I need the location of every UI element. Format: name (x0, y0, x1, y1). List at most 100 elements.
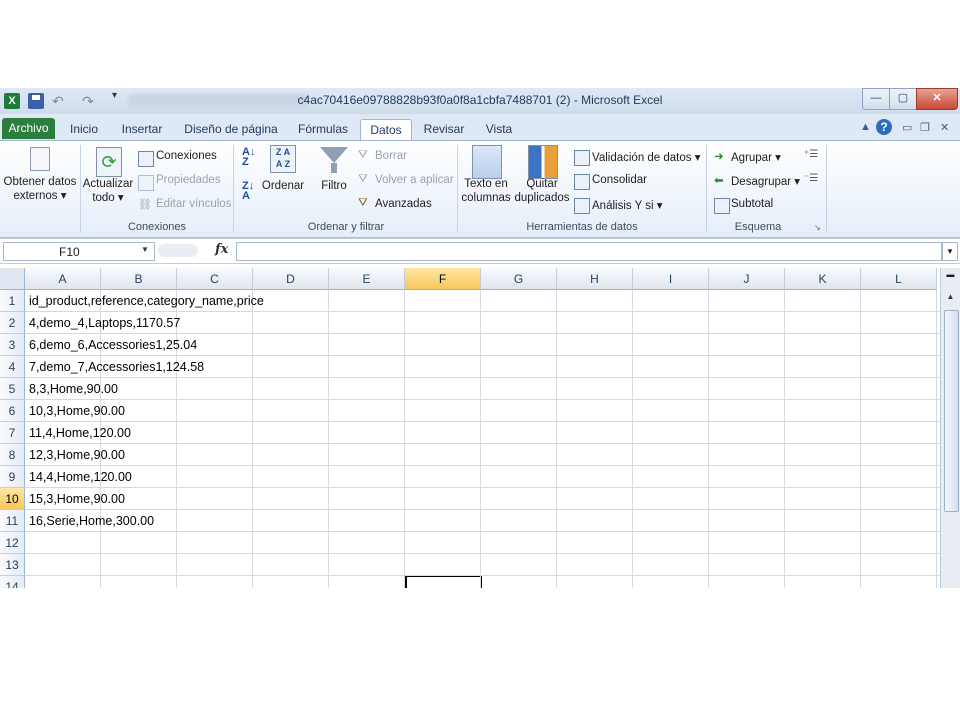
column-header-d[interactable]: D (253, 268, 329, 290)
formula-bar-resizer[interactable] (158, 244, 198, 257)
minimize-ribbon-icon[interactable]: ▲ (860, 121, 871, 133)
row-header-12[interactable]: 12 (0, 532, 25, 554)
cell-a7[interactable]: 11,4,Home,120.00 (29, 422, 131, 444)
edit-links-button[interactable]: Editar vínculos (156, 198, 231, 210)
group-separator (80, 145, 81, 233)
minimize-button[interactable]: — (862, 88, 890, 110)
cell-a8[interactable]: 12,3,Home,90.00 (29, 444, 125, 466)
text-to-columns-button[interactable]: Texto en columnas (460, 177, 512, 205)
scroll-thumb[interactable] (944, 310, 959, 512)
data-validation-icon (574, 150, 590, 166)
chevron-down-icon[interactable]: ▼ (141, 245, 149, 254)
connections-button[interactable]: Conexiones (156, 150, 217, 162)
hide-detail-icon[interactable]: ⁻☰ (804, 173, 818, 184)
scroll-up-icon[interactable]: ▲ (944, 292, 957, 306)
worksheet-grid[interactable]: A B C D E F G H I J K L 1 2 3 4 5 6 7 8 9 10 11 12 13 14 id_produc… (0, 268, 940, 588)
maximize-button[interactable]: ▢ (889, 88, 917, 110)
subtotal-button[interactable]: Subtotal (731, 198, 773, 210)
sort-button[interactable]: Ordenar (260, 179, 306, 193)
group-separator (233, 145, 234, 233)
row-header-9[interactable]: 9 (0, 466, 25, 488)
row-header-11[interactable]: 11 (0, 510, 25, 532)
row-header-2[interactable]: 2 (0, 312, 25, 334)
row-header-8[interactable]: 8 (0, 444, 25, 466)
show-detail-icon[interactable]: ⁺☰ (804, 149, 818, 160)
cell-a5[interactable]: 8,3,Home,90.00 (29, 378, 118, 400)
sort-za-icon[interactable]: Z↓ A (242, 181, 254, 202)
tab-inicio[interactable]: Inicio (62, 119, 106, 140)
column-header-g[interactable]: G (481, 268, 557, 290)
name-box[interactable]: F10 ▼ (3, 242, 155, 261)
select-all-corner[interactable] (0, 268, 25, 290)
doc-minimize-icon[interactable]: ▭ (902, 121, 912, 134)
tab-insertar[interactable]: Insertar (114, 119, 170, 140)
remove-duplicates-button[interactable]: Quitar duplicados (512, 177, 572, 205)
title-bar: X ↶ ↷ ▾ c4ac70416e09788828b93f0a0f8a1cbf… (0, 88, 960, 114)
cell-a11[interactable]: 16,Serie,Home,300.00 (29, 510, 154, 532)
row-header-1[interactable]: 1 (0, 290, 25, 312)
connections-icon (138, 151, 154, 167)
tab-revisar[interactable]: Revisar (418, 119, 470, 140)
row-header-6[interactable]: 6 (0, 400, 25, 422)
row-header-10[interactable]: 10 (0, 488, 25, 510)
ungroup-button[interactable]: Desagrupar ▾ (731, 174, 800, 188)
properties-button[interactable]: Propiedades (156, 174, 221, 186)
column-header-l[interactable]: L (861, 268, 937, 290)
column-header-a[interactable]: A (25, 268, 101, 290)
group-button[interactable]: Agrupar ▾ (731, 150, 781, 164)
row-header-3[interactable]: 3 (0, 334, 25, 356)
vertical-scrollbar[interactable]: ▬ ▲ (940, 268, 960, 588)
doc-close-icon[interactable]: ✕ (940, 121, 949, 134)
filter-button[interactable]: Filtro (314, 179, 354, 193)
consolidate-icon (574, 174, 590, 190)
column-header-e[interactable]: E (329, 268, 405, 290)
expand-formula-bar-icon[interactable]: ▼ (942, 242, 958, 261)
gridline-horizontal (25, 399, 940, 400)
cell-a6[interactable]: 10,3,Home,90.00 (29, 400, 125, 422)
column-header-h[interactable]: H (557, 268, 633, 290)
clear-button[interactable]: Borrar (375, 150, 407, 162)
column-header-i[interactable]: I (633, 268, 709, 290)
advanced-button[interactable]: Avanzadas (375, 198, 432, 210)
row-header-5[interactable]: 5 (0, 378, 25, 400)
formula-input[interactable] (236, 242, 942, 261)
get-external-data-button[interactable]: Obtener datos externos ▾ (2, 175, 78, 203)
consolidate-button[interactable]: Consolidar (592, 174, 647, 186)
ribbon-tabs: Archivo Inicio Insertar Diseño de página… (0, 114, 960, 141)
column-header-k[interactable]: K (785, 268, 861, 290)
data-validation-button[interactable]: Validación de datos ▾ (592, 150, 701, 164)
cell-a9[interactable]: 14,4,Home,120.00 (29, 466, 132, 488)
text-to-columns-icon (472, 145, 502, 179)
column-header-f[interactable]: F (405, 268, 481, 290)
doc-restore-icon[interactable]: ❐ (920, 121, 930, 134)
sort-az-icon[interactable]: A↓ Z (242, 147, 255, 168)
refresh-all-button[interactable]: Actualizar todo ▾ (82, 177, 134, 205)
insert-function-icon[interactable]: fx (215, 242, 228, 257)
split-box[interactable]: ▬ (944, 270, 957, 286)
column-header-c[interactable]: C (177, 268, 253, 290)
what-if-analysis-button[interactable]: Análisis Y si ▾ (592, 198, 663, 212)
tab-vista[interactable]: Vista (478, 119, 520, 140)
tab-formulas[interactable]: Fórmulas (292, 119, 354, 140)
row-header-14[interactable]: 14 (0, 576, 25, 588)
gridline-horizontal (25, 487, 940, 488)
tab-diseno-pagina[interactable]: Diseño de página (178, 119, 284, 140)
row-header-13[interactable]: 13 (0, 554, 25, 576)
row-header-4[interactable]: 4 (0, 356, 25, 378)
cell-a3[interactable]: 6,demo_6,Accessories1,25.04 (29, 334, 197, 356)
row-header-7[interactable]: 7 (0, 422, 25, 444)
cell-a1[interactable]: id_product,reference,category_name,price (29, 290, 264, 312)
group-label-data-tools: Herramientas de datos (526, 221, 638, 233)
tab-archivo[interactable]: Archivo (2, 118, 55, 139)
cell-a4[interactable]: 7,demo_7,Accessories1,124.58 (29, 356, 204, 378)
cell-a2[interactable]: 4,demo_4,Laptops,1170.57 (29, 312, 180, 334)
reapply-button[interactable]: Volver a aplicar (375, 174, 454, 186)
column-header-b[interactable]: B (101, 268, 177, 290)
active-cell-f10[interactable] (405, 575, 482, 588)
column-header-j[interactable]: J (709, 268, 785, 290)
help-icon[interactable]: ? (876, 119, 892, 135)
close-button[interactable]: ✕ (916, 88, 958, 110)
tab-datos[interactable]: Datos (360, 119, 412, 141)
cell-a10[interactable]: 15,3,Home,90.00 (29, 488, 125, 510)
outline-dialog-launcher-icon[interactable]: ↘ (814, 223, 821, 232)
